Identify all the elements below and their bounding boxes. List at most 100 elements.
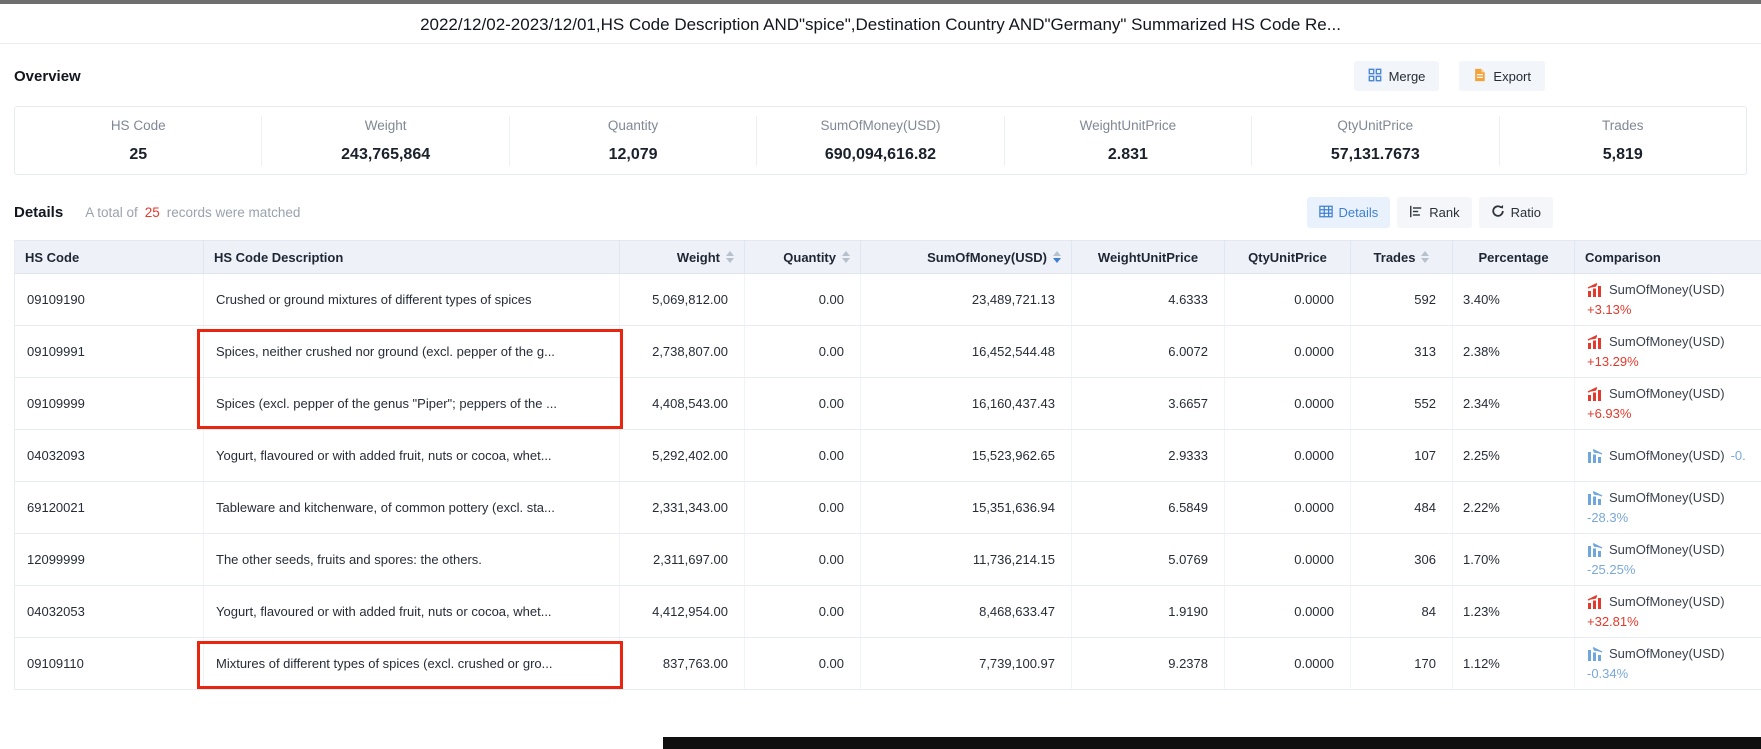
column-header-comparison: Comparison	[1575, 241, 1761, 274]
cell-hs-code: 09109999	[15, 378, 204, 430]
comparison-metric-label: SumOfMoney(USD)	[1609, 446, 1725, 466]
bar-chart-up-icon	[1587, 386, 1603, 401]
stat-label: Quantity	[608, 118, 658, 133]
cell-trades: 107	[1351, 430, 1453, 482]
merge-button[interactable]: Merge	[1354, 61, 1440, 91]
column-header-sumofmoney-usd-[interactable]: SumOfMoney(USD)	[861, 241, 1072, 274]
cell-description: Crushed or ground mixtures of different …	[204, 274, 620, 326]
cell-sum-of-money: 15,351,636.94	[861, 482, 1072, 534]
records-summary: A total of25records were matched	[85, 205, 300, 220]
stat-value: 25	[129, 146, 147, 164]
cell-weight: 5,069,812.00	[620, 274, 745, 326]
cell-percentage: 3.40%	[1453, 274, 1575, 326]
table-header-row: HS Code HS Code Description WeightQuantity…	[15, 241, 1761, 274]
cell-comparison: SumOfMoney(USD)-25.25%	[1575, 534, 1761, 586]
sort-carets-icon[interactable]	[842, 251, 850, 263]
summary-suffix: records were matched	[167, 205, 301, 220]
cell-weight: 5,292,402.00	[620, 430, 745, 482]
comparison-value: +6.93%	[1587, 404, 1761, 424]
cell-qty-unit-price: 0.0000	[1225, 274, 1351, 326]
table-row: 69120021Tableware and kitchenware, of co…	[15, 482, 1761, 534]
view-button-details[interactable]: Details	[1307, 197, 1391, 228]
cell-percentage: 1.23%	[1453, 586, 1575, 638]
stat-value: 5,819	[1603, 146, 1643, 164]
sort-carets-icon[interactable]	[726, 251, 734, 263]
column-header-quantity[interactable]: Quantity	[745, 241, 861, 274]
column-label: SumOfMoney(USD)	[927, 250, 1047, 265]
export-button-label: Export	[1493, 69, 1531, 84]
bar-chart-down-icon	[1587, 490, 1603, 505]
cell-hs-code: 09109110	[15, 638, 204, 690]
bottom-strip	[663, 737, 1761, 749]
cell-qty-unit-price: 0.0000	[1225, 586, 1351, 638]
stat-value: 243,765,864	[341, 146, 430, 164]
cell-percentage: 2.38%	[1453, 326, 1575, 378]
table-row: 09109110Mixtures of different types of s…	[15, 638, 1761, 690]
cell-qty-unit-price: 0.0000	[1225, 482, 1351, 534]
overview-section: Overview Merge Export HS Code 25 Weight …	[0, 60, 1761, 175]
comparison-metric-label: SumOfMoney(USD)	[1609, 332, 1725, 352]
overview-stat: Trades 5,819	[1499, 116, 1746, 166]
column-label: QtyUnitPrice	[1248, 250, 1327, 265]
column-header-percentage: Percentage	[1453, 241, 1575, 274]
column-label: HS Code	[25, 250, 79, 265]
column-label: HS Code Description	[214, 250, 343, 265]
cell-trades: 552	[1351, 378, 1453, 430]
bar-chart-up-icon	[1587, 594, 1603, 609]
stat-value: 12,079	[609, 146, 658, 164]
table-row: 12099999The other seeds, fruits and spor…	[15, 534, 1761, 586]
comparison-value: +13.29%	[1587, 352, 1761, 372]
bar-chart-down-icon	[1587, 448, 1603, 463]
summary-prefix: A total of	[85, 205, 138, 220]
view-button-ratio[interactable]: Ratio	[1479, 197, 1553, 228]
cell-hs-code: 09109991	[15, 326, 204, 378]
stat-label: QtyUnitPrice	[1337, 118, 1413, 133]
cell-comparison: SumOfMoney(USD)+32.81%	[1575, 586, 1761, 638]
cell-description: Tableware and kitchenware, of common pot…	[204, 482, 620, 534]
table-row: 04032053Yogurt, flavoured or with added …	[15, 586, 1761, 638]
cell-weight: 4,412,954.00	[620, 586, 745, 638]
cell-weight-unit-price: 2.9333	[1072, 430, 1225, 482]
stat-label: Trades	[1602, 118, 1644, 133]
cell-qty-unit-price: 0.0000	[1225, 326, 1351, 378]
cell-trades: 313	[1351, 326, 1453, 378]
column-header-weightunitprice: WeightUnitPrice	[1072, 241, 1225, 274]
sort-carets-icon[interactable]	[1421, 251, 1429, 263]
bar-chart-up-icon	[1587, 282, 1603, 297]
bar-chart-up-icon	[1587, 334, 1603, 349]
cell-percentage: 2.34%	[1453, 378, 1575, 430]
column-header-trades[interactable]: Trades	[1351, 241, 1453, 274]
bar-chart-down-icon	[1587, 646, 1603, 661]
cell-comparison: SumOfMoney(USD)+3.13%	[1575, 274, 1761, 326]
cell-trades: 484	[1351, 482, 1453, 534]
cell-trades: 84	[1351, 586, 1453, 638]
cell-description: The other seeds, fruits and spores: the …	[204, 534, 620, 586]
view-button-label: Ratio	[1511, 205, 1541, 220]
cell-weight-unit-price: 6.5849	[1072, 482, 1225, 534]
sort-carets-icon[interactable]	[1053, 251, 1061, 263]
column-header-weight[interactable]: Weight	[620, 241, 745, 274]
cell-hs-code: 12099999	[15, 534, 204, 586]
cell-weight: 2,311,697.00	[620, 534, 745, 586]
export-button[interactable]: Export	[1459, 61, 1545, 91]
table-body: 09109190Crushed or ground mixtures of di…	[15, 274, 1761, 690]
cell-quantity: 0.00	[745, 378, 861, 430]
stat-label: HS Code	[111, 118, 166, 133]
cell-description: Yogurt, flavoured or with added fruit, n…	[204, 430, 620, 482]
cell-percentage: 2.22%	[1453, 482, 1575, 534]
view-button-rank[interactable]: Rank	[1397, 197, 1471, 228]
table-row: 09109991Spices, neither crushed nor grou…	[15, 326, 1761, 378]
cell-description: Mixtures of different types of spices (e…	[204, 638, 620, 690]
overview-stat: SumOfMoney(USD) 690,094,616.82	[756, 116, 1003, 166]
overview-stat: Quantity 12,079	[509, 116, 756, 166]
cell-weight-unit-price: 5.0769	[1072, 534, 1225, 586]
cell-description: Spices, neither crushed nor ground (excl…	[204, 326, 620, 378]
cell-comparison: SumOfMoney(USD)-0.34%	[1575, 638, 1761, 690]
bar-chart-down-icon	[1587, 542, 1603, 557]
cell-weight-unit-price: 3.6657	[1072, 378, 1225, 430]
column-header-qtyunitprice: QtyUnitPrice	[1225, 241, 1351, 274]
cell-comparison: SumOfMoney(USD)-0.	[1575, 430, 1761, 482]
column-label: Trades	[1374, 250, 1416, 265]
page-title: 2022/12/02-2023/12/01,HS Code Descriptio…	[420, 15, 1341, 35]
comparison-metric-label: SumOfMoney(USD)	[1609, 488, 1725, 508]
